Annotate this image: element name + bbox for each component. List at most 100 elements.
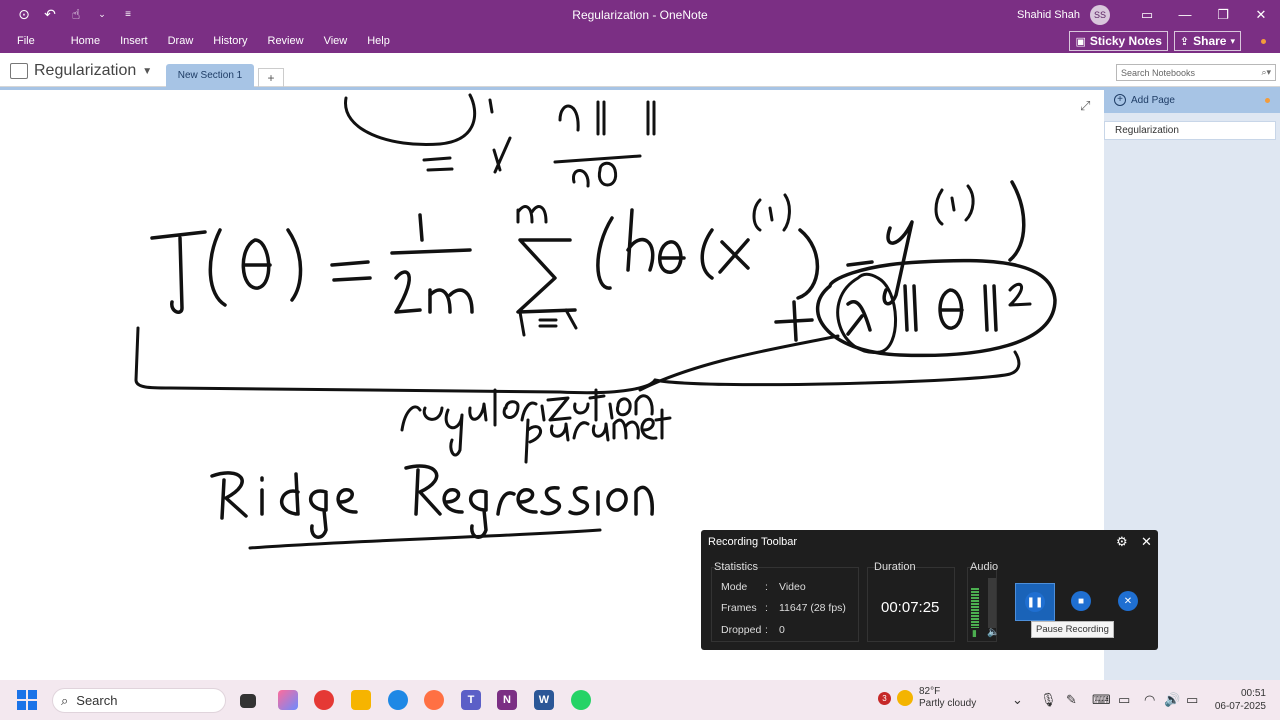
- wifi-icon[interactable]: ◠: [1144, 692, 1155, 708]
- taskbar-search[interactable]: ⌕ Search: [52, 688, 226, 713]
- separator: :: [765, 581, 768, 593]
- battery-icon[interactable]: ▭: [1186, 692, 1198, 708]
- separator: :: [765, 602, 768, 614]
- chrome-icon[interactable]: [314, 690, 334, 710]
- menu-insert[interactable]: Insert: [110, 35, 158, 47]
- gear-icon[interactable]: ⚙: [1116, 534, 1128, 550]
- share-button[interactable]: ⇪ Share ▾: [1173, 31, 1241, 51]
- recording-toolbar-title: Recording Toolbar: [708, 536, 798, 548]
- tooltip: Pause Recording: [1031, 621, 1114, 638]
- ribbon-display-icon[interactable]: ▭: [1128, 7, 1166, 23]
- search-icon: ⌕▾: [1261, 67, 1271, 77]
- touch-icon[interactable]: ☝: [68, 6, 84, 23]
- page-item[interactable]: Regularization: [1104, 121, 1276, 140]
- notification-dot: [1261, 38, 1266, 44]
- duration-value: 00:07:25: [881, 599, 940, 616]
- duration-label: Duration: [874, 561, 916, 573]
- firefox-icon[interactable]: [424, 690, 444, 710]
- share-label: Share: [1193, 34, 1227, 48]
- menu-draw[interactable]: Draw: [158, 35, 204, 47]
- microphone-icon[interactable]: 🎙: [1040, 692, 1057, 708]
- clock[interactable]: 00:51 06-07-2025: [1208, 687, 1266, 713]
- partly-cloudy-icon: [897, 690, 913, 706]
- add-page-label: Add Page: [1131, 94, 1175, 106]
- sticky-note-icon: ▣: [1075, 35, 1086, 48]
- whatsapp-icon[interactable]: [571, 690, 591, 710]
- file-explorer-icon[interactable]: [351, 690, 371, 710]
- weather-temp: 82°F: [919, 686, 941, 697]
- speaker-icon[interactable]: 🔈: [987, 627, 999, 638]
- minimize-icon[interactable]: —: [1166, 7, 1204, 22]
- mode-value: Video: [779, 581, 806, 593]
- pause-icon: ❚❚: [1025, 592, 1045, 612]
- cancel-recording-button[interactable]: ✕: [1118, 591, 1138, 611]
- chevron-up-icon[interactable]: ⌄: [1012, 692, 1023, 708]
- search-placeholder: Search Notebooks: [1121, 67, 1196, 78]
- title-bar: ⊙ ↶ ☝ ⌄ ≡ Regularization - OneNote Shahi…: [0, 0, 1280, 29]
- recording-toolbar: Recording Toolbar ⚙ ✕ Statistics Mode : …: [701, 530, 1158, 650]
- audio-label: Audio: [970, 561, 999, 573]
- expand-icon[interactable]: ⤢: [1080, 98, 1090, 114]
- mode-row: Mode : Video: [721, 581, 806, 593]
- dropped-value: 0: [779, 624, 785, 636]
- notebook-name: Regularization: [34, 62, 137, 79]
- customize-icon[interactable]: ≡: [120, 9, 136, 20]
- menu-help[interactable]: Help: [357, 35, 400, 47]
- restore-icon[interactable]: ❐: [1204, 7, 1242, 23]
- volume-icon[interactable]: 🔊: [1164, 692, 1180, 708]
- search-notebooks-input[interactable]: Search Notebooks ⌕▾: [1116, 64, 1276, 81]
- weather-badge: 3: [878, 691, 891, 705]
- pause-recording-button[interactable]: ❚❚: [1015, 583, 1055, 621]
- stop-recording-button[interactable]: ■: [1071, 591, 1091, 611]
- edge-icon[interactable]: [388, 690, 408, 710]
- microphone-icon[interactable]: ▮: [972, 628, 977, 639]
- frames-row: Frames : 11647 (28 fps): [721, 602, 846, 614]
- copilot-icon[interactable]: [278, 690, 298, 710]
- ribbon-tabs: File Home Insert Draw History Review Vie…: [0, 29, 1280, 53]
- plus-icon: +: [1114, 94, 1126, 106]
- onenote-window: ⊙ ↶ ☝ ⌄ ≡ Regularization - OneNote Shahi…: [0, 0, 1280, 720]
- word-icon[interactable]: W: [534, 690, 554, 710]
- undo-icon[interactable]: ↶: [42, 6, 58, 23]
- clock-time: 00:51: [1240, 688, 1266, 699]
- notification-dot: [1265, 97, 1270, 103]
- search-icon: ⌕: [61, 692, 69, 708]
- menu-history[interactable]: History: [203, 35, 257, 47]
- notebook-icon: [10, 63, 28, 79]
- display-icon[interactable]: ▭: [1118, 692, 1130, 708]
- avatar[interactable]: SS: [1090, 4, 1110, 25]
- taskbar-search-label: Search: [76, 693, 118, 708]
- separator: :: [765, 624, 768, 636]
- windows-start-icon[interactable]: [17, 690, 37, 710]
- close-icon[interactable]: ✕: [1242, 7, 1280, 23]
- clock-date: 06-07-2025: [1214, 701, 1266, 712]
- back-icon[interactable]: ⊙: [16, 6, 32, 23]
- add-section-button[interactable]: +: [258, 68, 284, 87]
- sticky-notes-button[interactable]: ▣ Sticky Notes: [1069, 31, 1168, 51]
- close-icon[interactable]: ✕: [1141, 534, 1152, 550]
- teams-icon[interactable]: T: [461, 690, 481, 710]
- dropped-row: Dropped : 0: [721, 624, 785, 636]
- notebook-bar: Regularization ▼ New Section 1 + Search …: [0, 53, 1280, 87]
- stop-icon: ■: [1071, 591, 1091, 611]
- menu-file[interactable]: File: [0, 35, 61, 47]
- chevron-down-icon[interactable]: ⌄: [94, 9, 110, 20]
- onenote-icon[interactable]: N: [497, 690, 517, 710]
- mode-key: Mode: [721, 581, 748, 593]
- statistics-label: Statistics: [714, 561, 759, 573]
- section-tab[interactable]: New Section 1: [166, 64, 254, 87]
- task-view-icon[interactable]: [240, 694, 256, 708]
- weather-widget[interactable]: 3 82°F Partly cloudy: [878, 686, 976, 710]
- menu-home[interactable]: Home: [61, 35, 110, 47]
- frames-key: Frames: [721, 602, 757, 614]
- keyboard-icon[interactable]: ⌨: [1092, 692, 1111, 708]
- chevron-down-icon: ▼: [142, 65, 153, 77]
- user-name[interactable]: Shahid Shah: [1017, 9, 1080, 21]
- weather-desc: Partly cloudy: [919, 698, 977, 709]
- add-page-button[interactable]: + Add Page: [1104, 87, 1280, 113]
- menu-review[interactable]: Review: [258, 35, 314, 47]
- menu-view[interactable]: View: [314, 35, 358, 47]
- notebook-selector[interactable]: Regularization ▼: [10, 62, 152, 80]
- quick-access-toolbar: ⊙ ↶ ☝ ⌄ ≡: [0, 6, 300, 23]
- pen-icon[interactable]: ✎: [1066, 692, 1077, 708]
